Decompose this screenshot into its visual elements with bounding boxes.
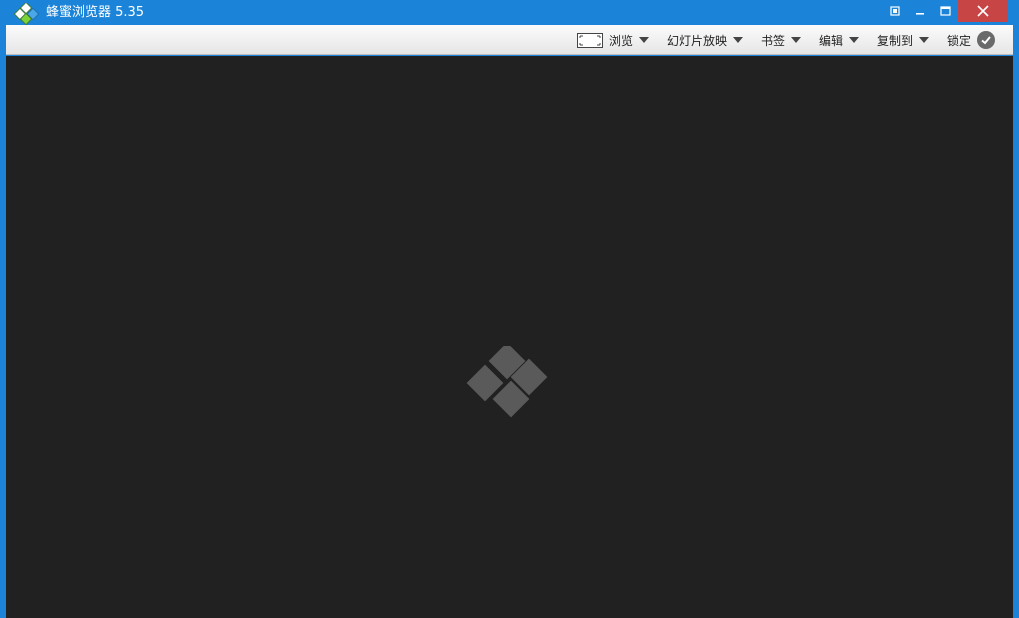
title-bar[interactable]: 蜂蜜浏览器 5.35: [0, 0, 1019, 26]
edit-menu[interactable]: 编辑: [819, 25, 860, 55]
maximize-button[interactable]: [934, 0, 956, 22]
edit-label: 编辑: [819, 33, 844, 48]
copy-to-label: 复制到: [877, 33, 914, 48]
fullscreen-icon: [577, 32, 603, 48]
copy-to-menu[interactable]: 复制到: [877, 25, 930, 55]
close-icon: [977, 5, 989, 17]
fit-window-button[interactable]: [884, 0, 906, 22]
chevron-down-icon: [733, 37, 744, 43]
image-viewer[interactable]: [6, 56, 1013, 618]
browse-label: 浏览: [609, 33, 634, 48]
toolbar: 浏览 幻灯片放映 书签 编辑 复制到 锁定: [6, 25, 1013, 55]
bookmarks-label: 书签: [761, 33, 786, 48]
check-circle-icon: [977, 31, 996, 49]
honeyview-logo-icon: [466, 346, 548, 418]
chevron-down-icon: [791, 37, 802, 43]
browse-menu[interactable]: 浏览: [577, 25, 650, 55]
maximize-icon: [939, 6, 951, 16]
app-window: 蜂蜜浏览器 5.35 浏览 幻灯片放映 书签 编辑 复制到 锁定: [0, 0, 1019, 618]
chevron-down-icon: [639, 37, 650, 43]
slideshow-label: 幻灯片放映: [667, 33, 728, 48]
lock-toggle[interactable]: 锁定: [947, 25, 996, 55]
chevron-down-icon: [919, 37, 930, 43]
bookmarks-menu[interactable]: 书签: [761, 25, 802, 55]
fit-window-icon: [890, 6, 900, 16]
close-button[interactable]: [958, 0, 1008, 22]
minimize-icon: [916, 13, 924, 15]
lock-label: 锁定: [947, 33, 972, 48]
slideshow-menu[interactable]: 幻灯片放映: [667, 25, 744, 55]
minimize-button[interactable]: [909, 0, 931, 22]
window-title: 蜂蜜浏览器 5.35: [46, 5, 145, 20]
chevron-down-icon: [849, 37, 860, 43]
